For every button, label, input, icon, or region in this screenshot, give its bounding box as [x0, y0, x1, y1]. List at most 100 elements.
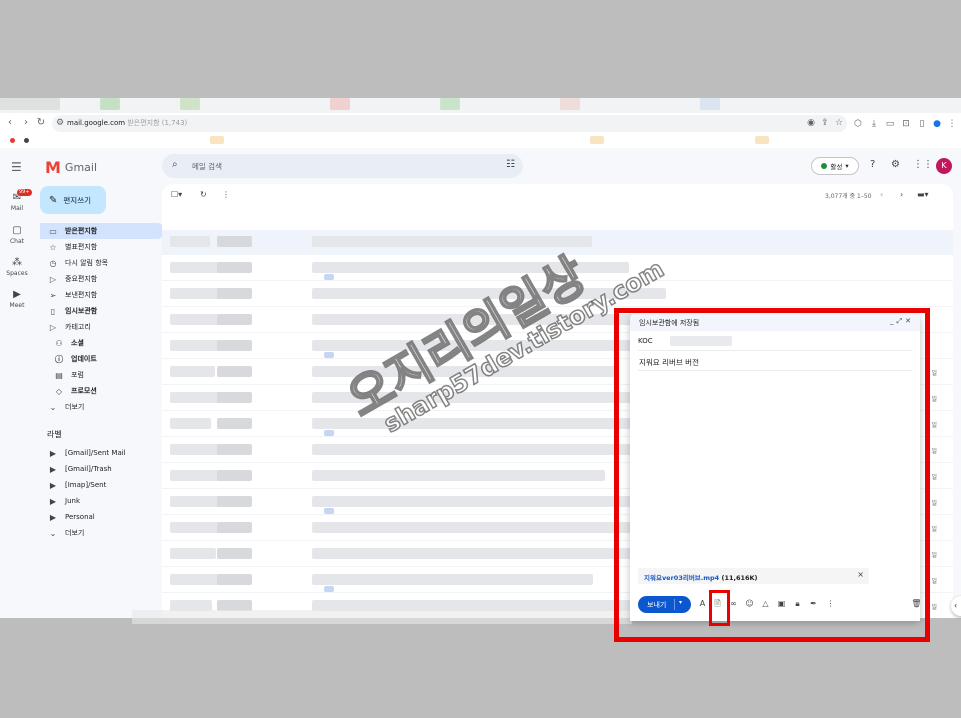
nav-item[interactable]: ⚇ 소셜	[40, 335, 165, 351]
draft-icon: ▯	[50, 306, 56, 316]
nav-item[interactable]: ▷ 카테고리	[40, 319, 165, 335]
avatar[interactable]: K	[936, 158, 952, 174]
share-icon[interactable]: ⇪	[819, 117, 831, 129]
sender-blurred	[170, 496, 220, 507]
sidepanel-icon[interactable]: ▯	[916, 118, 928, 130]
sender-blurred	[217, 522, 252, 533]
label-item[interactable]: ▶ Personal	[40, 509, 165, 525]
rail-item-chat[interactable]: ▢ Chat	[0, 225, 34, 245]
forward-icon[interactable]: ›	[19, 116, 33, 130]
sender-blurred	[170, 548, 216, 559]
nav-item[interactable]: ▭ 받은편지함	[40, 223, 165, 239]
table-row[interactable]	[162, 256, 953, 281]
label-item-label: [Gmail]/Trash	[65, 465, 112, 473]
nav-item[interactable]: ⌄ 더보기	[40, 399, 165, 415]
label-item[interactable]: ⌄ 더보기	[40, 525, 165, 541]
eye-icon[interactable]: ◉	[805, 117, 817, 129]
label-item[interactable]: ▶ Junk	[40, 493, 165, 509]
compose-button[interactable]: ✎ 편지쓰기	[40, 186, 106, 214]
nav-item[interactable]: ◷ 다시 알림 항목	[40, 255, 165, 271]
extension-icon[interactable]: ⬡	[852, 118, 864, 130]
nav-item-label: 카테고리	[65, 323, 91, 331]
table-row[interactable]	[162, 282, 953, 307]
subject-blurred	[312, 262, 629, 273]
chevron-down-icon: ⌄	[49, 528, 57, 538]
dropdown-arrow-icon: ▾	[845, 162, 849, 170]
rail-label: Spaces	[6, 270, 28, 277]
sender-blurred	[217, 236, 252, 247]
nav-item[interactable]: ➢ 보낸편지함	[40, 287, 165, 303]
search-options-icon[interactable]: ☷	[506, 159, 515, 170]
select-checkbox[interactable]: ☐▾	[171, 190, 182, 199]
gear-icon[interactable]: ⚙	[891, 159, 900, 170]
info-icon: ⓘ	[55, 354, 63, 364]
label-chip-blurred	[324, 586, 334, 592]
row-date: 일	[931, 578, 937, 585]
back-icon[interactable]: ‹	[3, 116, 17, 130]
label-item-label: 더보기	[65, 529, 85, 537]
search-icon[interactable]: ⌕	[172, 159, 178, 170]
density-icon[interactable]: ▬▾	[917, 190, 929, 199]
label-chip-blurred	[324, 430, 334, 436]
address-bar[interactable]: ⚙ mail.google.com 받은편지함 (1,743) ◉ ⇪ ☆	[52, 115, 847, 132]
status-chip[interactable]: 활성 ▾	[811, 157, 859, 175]
refresh-icon[interactable]: ↻	[200, 190, 207, 199]
reload-icon[interactable]: ↻	[34, 116, 48, 130]
rail-item-mail[interactable]: ✉ 99+ Mail	[0, 189, 34, 212]
label-icon: ▶	[49, 480, 57, 490]
rail-item-spaces[interactable]: ⁂ Spaces	[0, 257, 34, 277]
app-rail: ✉ 99+ Mail ▢ Chat ⁂ Spaces ▶ Meet	[0, 148, 34, 618]
nav-item-label: 임시보관함	[65, 307, 98, 315]
label-item[interactable]: ▶ [Gmail]/Trash	[40, 461, 165, 477]
screenshot-icon[interactable]: ⊡	[900, 118, 912, 130]
compose-label: 편지쓰기	[63, 195, 91, 205]
important-icon: ▷	[49, 274, 57, 284]
gmail-m-icon: M	[45, 158, 61, 177]
nav-item[interactable]: ☆ 별표편지함	[40, 239, 165, 255]
sender-blurred	[170, 418, 211, 429]
star-bookmark-icon[interactable]: ☆	[833, 117, 845, 129]
label-item[interactable]: ▶ [Gmail]/Sent Mail	[40, 445, 165, 461]
nav-item[interactable]: ⓘ 업데이트	[40, 351, 165, 367]
row-date: 일	[931, 448, 937, 455]
subject-blurred	[312, 574, 593, 585]
help-icon[interactable]: ?	[870, 159, 875, 170]
cast-icon[interactable]: ▭	[884, 118, 896, 130]
prev-page-icon[interactable]: ‹	[880, 190, 883, 199]
label-item-label: [Gmail]/Sent Mail	[65, 449, 126, 457]
nav-item-label: 중요편지함	[65, 275, 98, 283]
tag-icon: ◇	[55, 386, 63, 396]
people-icon: ⚇	[55, 338, 63, 348]
url-host: mail.google.com	[67, 119, 126, 127]
nav-item-label: 별표편지함	[65, 243, 98, 251]
star-icon: ☆	[49, 242, 57, 252]
sender-blurred	[217, 496, 252, 507]
nav-item[interactable]: ▯ 임시보관함	[40, 303, 165, 319]
search-input[interactable]: 메일 검색	[192, 161, 222, 172]
next-page-icon[interactable]: ›	[900, 190, 903, 199]
label-item[interactable]: ▶ [Imap]/Sent	[40, 477, 165, 493]
gmail-logo[interactable]: M Gmail	[45, 158, 97, 177]
search-bar[interactable]: ⌕ 메일 검색 ☷	[162, 154, 523, 178]
gmail-wordmark: Gmail	[64, 161, 98, 174]
site-info-icon[interactable]: ⚙	[54, 117, 66, 129]
nav-item[interactable]: ▤ 포럼	[40, 367, 165, 383]
nav-item[interactable]: ▷ 중요편지함	[40, 271, 165, 287]
subject-blurred	[312, 392, 654, 403]
nav-item[interactable]: ◇ 프로모션	[40, 383, 165, 399]
rail-item-meet[interactable]: ▶ Meet	[0, 289, 34, 309]
more-icon[interactable]: ⋮	[222, 190, 230, 199]
send-icon: ➢	[49, 290, 57, 300]
table-row[interactable]	[162, 230, 953, 255]
chat-icon: ▢	[12, 225, 22, 236]
profile-icon[interactable]: ●	[931, 118, 943, 130]
sender-blurred	[217, 418, 252, 429]
download-icon[interactable]: ⤓	[868, 118, 880, 130]
apps-grid-icon[interactable]: ⋮⋮	[913, 159, 933, 170]
browser-menu-icon[interactable]: ⋮	[946, 118, 958, 130]
chevron-down-icon: ⌄	[49, 402, 57, 412]
meet-icon: ▶	[13, 289, 21, 300]
subject-blurred	[312, 366, 617, 377]
sender-blurred	[217, 288, 252, 299]
forum-icon: ▤	[55, 370, 63, 380]
